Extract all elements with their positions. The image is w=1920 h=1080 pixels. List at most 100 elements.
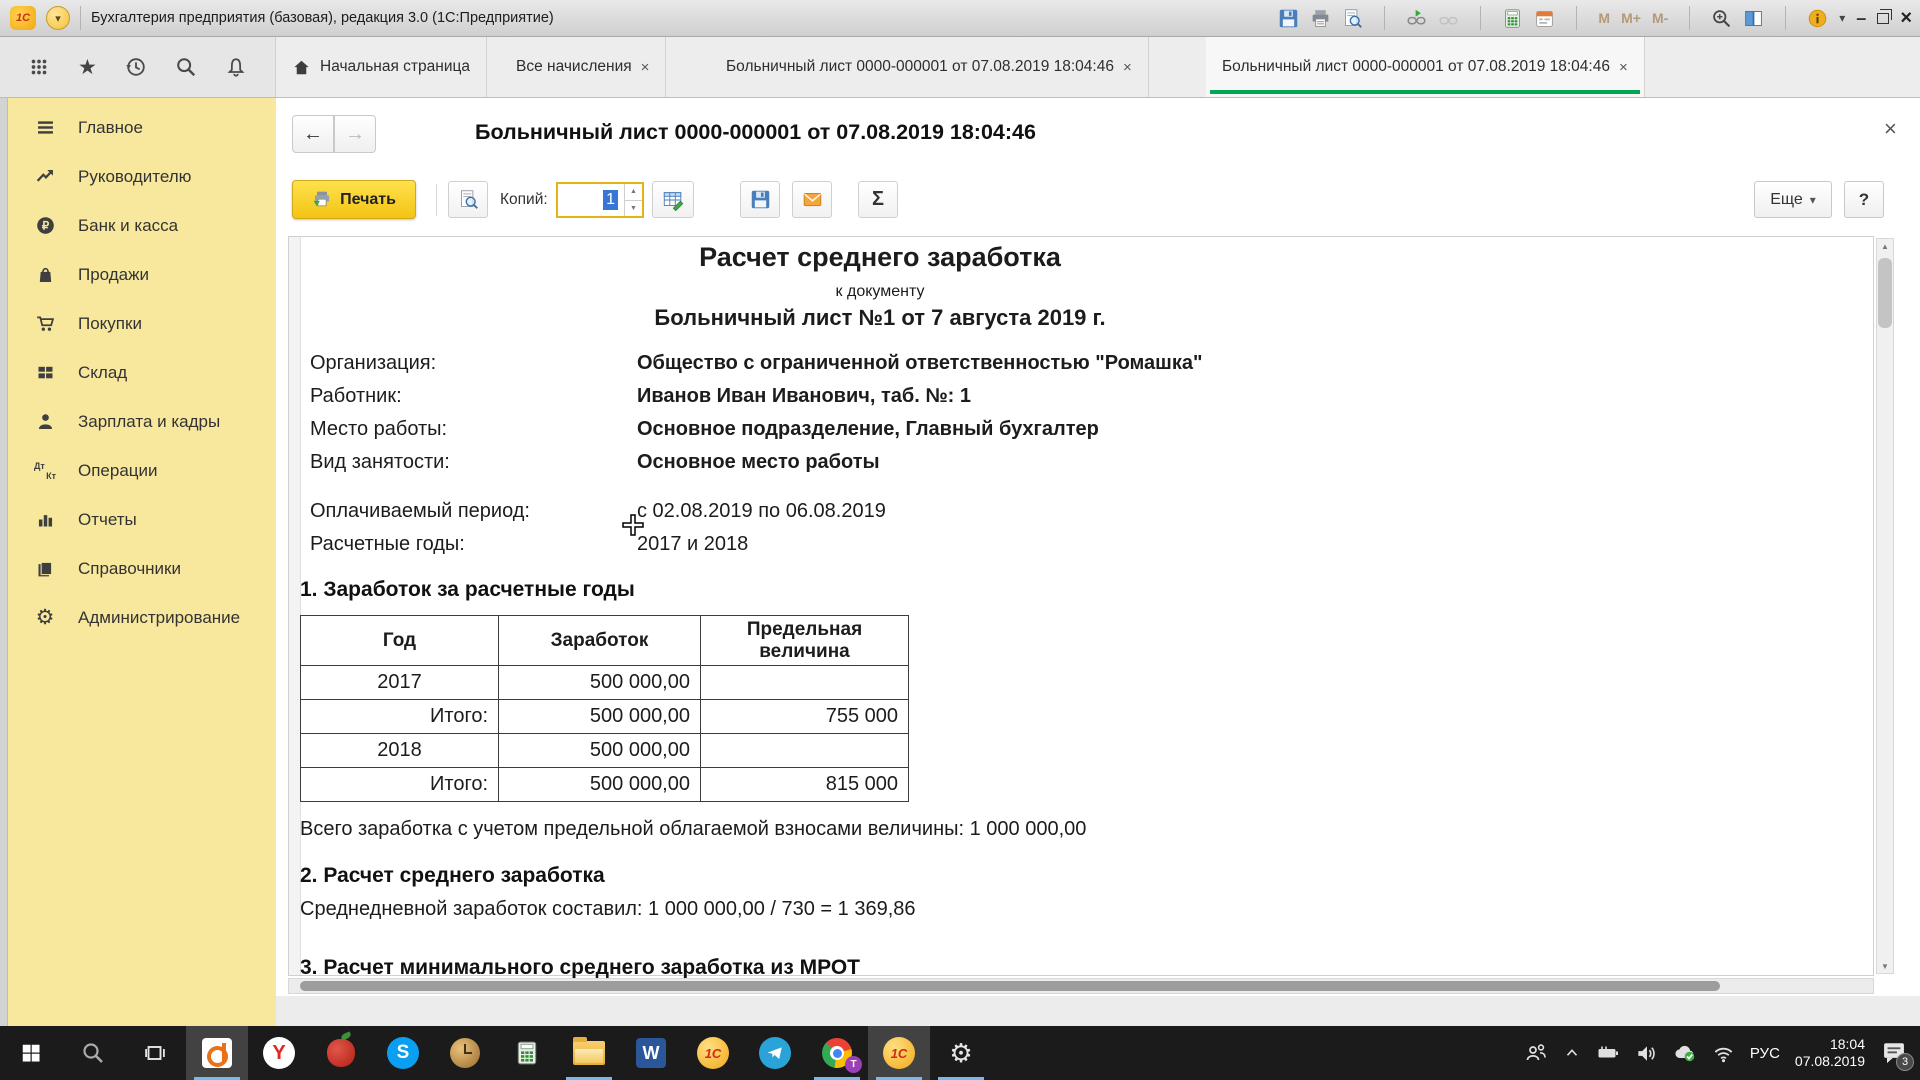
spin-down-icon[interactable]: ▼ (625, 201, 642, 217)
action-center-button[interactable]: 3 (1880, 1038, 1910, 1068)
print-button[interactable] (1310, 8, 1331, 29)
cell-earnings[interactable]: 500 000,00 (499, 734, 701, 768)
taskbar-app-apple[interactable] (310, 1026, 372, 1080)
save-button[interactable] (1278, 8, 1299, 29)
battery-icon[interactable] (1596, 1041, 1620, 1065)
cell-year[interactable]: 2017 (301, 666, 499, 700)
search-icon[interactable] (175, 56, 197, 78)
forward-button[interactable]: → (334, 115, 376, 153)
sidebar-item-administration[interactable]: ⚙Администрирование (8, 593, 276, 642)
scroll-down-icon[interactable]: ▼ (1876, 958, 1894, 974)
form-close-button[interactable]: × (1884, 116, 1897, 142)
print-preview-button[interactable] (1342, 8, 1363, 29)
notifications-bell-icon[interactable] (225, 56, 247, 78)
taskbar-app-1c[interactable]: 1С (682, 1026, 744, 1080)
system-menu-button[interactable]: ▾ (46, 6, 70, 30)
cell-limit[interactable] (701, 734, 909, 768)
taskbar-search-button[interactable] (62, 1026, 124, 1080)
speaker-icon[interactable] (1635, 1042, 1658, 1065)
start-button[interactable] (0, 1026, 62, 1080)
memory-button[interactable]: M (1598, 10, 1610, 26)
shopping-cart-icon (34, 313, 56, 335)
taskbar-app-explorer[interactable] (558, 1026, 620, 1080)
cell-earnings[interactable]: 500 000,00 (499, 666, 701, 700)
info-button[interactable] (1807, 8, 1828, 29)
tab-sick-leave-2-active[interactable]: Больничный лист 0000-000001 от 07.08.201… (1206, 37, 1645, 97)
sidebar-item-sales[interactable]: Продажи (8, 250, 276, 299)
preview-button[interactable] (448, 181, 488, 218)
sidebar-item-directories[interactable]: Справочники (8, 544, 276, 593)
restore-button[interactable] (1877, 13, 1889, 24)
zoom-in-button[interactable] (1711, 8, 1732, 29)
cell-limit[interactable]: 815 000 (701, 768, 909, 802)
go-to-link-button[interactable] (1438, 8, 1459, 29)
wifi-icon[interactable] (1712, 1042, 1735, 1065)
tab-close-icon[interactable]: × (1123, 59, 1132, 76)
cell-earnings[interactable]: 500 000,00 (499, 768, 701, 802)
taskbar-app-calculator[interactable] (496, 1026, 558, 1080)
send-email-button[interactable] (792, 181, 832, 218)
taskbar-app-settings[interactable]: ⚙ (930, 1026, 992, 1080)
sum-button[interactable]: Σ (858, 181, 898, 218)
sidebar-item-operations[interactable]: ДтКтОперации (8, 446, 276, 495)
all-functions-menu-icon[interactable] (28, 56, 50, 78)
copies-stepper[interactable]: 1 ▲ ▼ (556, 182, 644, 218)
spin-up-icon[interactable]: ▲ (625, 184, 642, 201)
get-link-button[interactable] (1406, 8, 1427, 29)
taskbar-app-1c-active[interactable]: 1С (868, 1026, 930, 1080)
print-document-button[interactable]: Печать (292, 180, 416, 219)
people-icon[interactable] (1524, 1041, 1548, 1065)
print-settings-button[interactable] (652, 181, 694, 218)
cell-total-label[interactable]: Итого: (301, 768, 499, 802)
tab-all-accruals[interactable]: Все начисления × (500, 37, 666, 97)
favorites-star-icon[interactable]: ★ (78, 55, 97, 80)
tab-home[interactable]: Начальная страница (276, 37, 487, 97)
taskbar-app-yandex[interactable]: Y (248, 1026, 310, 1080)
back-button[interactable]: ← (292, 115, 334, 153)
clock[interactable]: 18:04 07.08.2019 (1795, 1036, 1865, 1070)
save-spreadsheet-button[interactable] (740, 181, 780, 218)
taskbar-app-telegram[interactable] (744, 1026, 806, 1080)
cell-year[interactable]: 2018 (301, 734, 499, 768)
sidebar-item-reports[interactable]: Отчеты (8, 495, 276, 544)
calendar-button[interactable] (1534, 8, 1555, 29)
sidebar-item-manager[interactable]: Руководителю (8, 152, 276, 201)
info-caret-icon[interactable]: ▾ (1839, 11, 1845, 25)
sidebar-item-purchases[interactable]: Покупки (8, 299, 276, 348)
horizontal-scrollbar-thumb[interactable] (300, 981, 1720, 991)
sidebar-item-bank-cash[interactable]: Банк и касса (8, 201, 276, 250)
cell-limit[interactable] (701, 666, 909, 700)
taskbar-app-clock[interactable] (434, 1026, 496, 1080)
taskbar-app-presentation[interactable] (186, 1026, 248, 1080)
tab-sick-leave-1[interactable]: Больничный лист 0000-000001 от 07.08.201… (710, 37, 1149, 97)
split-window-button[interactable] (1743, 8, 1764, 29)
sidebar-item-salary-hr[interactable]: Зарплата и кадры (8, 397, 276, 446)
cloud-sync-icon[interactable] (1673, 1041, 1697, 1065)
language-indicator[interactable]: РУС (1750, 1045, 1780, 1062)
sidebar-item-label: Отчеты (78, 510, 137, 530)
taskbar-app-skype[interactable]: S (372, 1026, 434, 1080)
more-button[interactable]: Еще ▾ (1754, 181, 1832, 218)
chevron-up-icon[interactable] (1563, 1044, 1581, 1062)
scroll-up-icon[interactable]: ▲ (1876, 238, 1894, 254)
sidebar-item-warehouse[interactable]: Склад (8, 348, 276, 397)
taskbar-app-word[interactable]: W (620, 1026, 682, 1080)
copies-value[interactable]: 1 (558, 184, 624, 216)
task-view-button[interactable] (124, 1026, 186, 1080)
taskbar-app-chrome[interactable]: T (806, 1026, 868, 1080)
window-close-button[interactable]: × (1900, 7, 1912, 30)
cell-earnings[interactable]: 500 000,00 (499, 700, 701, 734)
cell-limit[interactable]: 755 000 (701, 700, 909, 734)
memory-plus-button[interactable]: M+ (1621, 10, 1641, 26)
help-button[interactable]: ? (1844, 181, 1884, 218)
sidebar-item-main[interactable]: Главное (8, 103, 276, 152)
tab-close-icon[interactable]: × (1619, 59, 1628, 76)
vertical-scrollbar[interactable] (1876, 238, 1894, 974)
cell-total-label[interactable]: Итого: (301, 700, 499, 734)
memory-minus-button[interactable]: M- (1652, 10, 1668, 26)
minimize-button[interactable]: – (1856, 13, 1866, 23)
history-icon[interactable] (125, 56, 147, 78)
calculator-button[interactable] (1502, 8, 1523, 29)
vertical-scrollbar-thumb[interactable] (1878, 258, 1892, 328)
tab-close-icon[interactable]: × (641, 59, 650, 76)
